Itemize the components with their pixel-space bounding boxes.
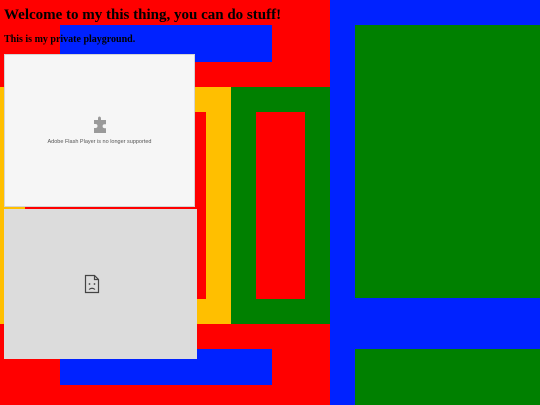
page-subtitle: This is my private playground. xyxy=(4,34,136,45)
green-inner-red xyxy=(256,112,305,299)
puzzle-piece-icon xyxy=(94,116,106,133)
sad-document-icon xyxy=(84,274,100,294)
page-title: Welcome to my this thing, you can do stu… xyxy=(4,7,282,23)
flash-plugin-placeholder[interactable]: Adobe Flash Player is no longer supporte… xyxy=(4,54,195,207)
right-green-panel xyxy=(355,25,540,298)
broken-embed-frame xyxy=(4,209,197,359)
right-green-bottom xyxy=(355,349,540,405)
flash-unsupported-message: Adobe Flash Player is no longer supporte… xyxy=(47,139,152,145)
